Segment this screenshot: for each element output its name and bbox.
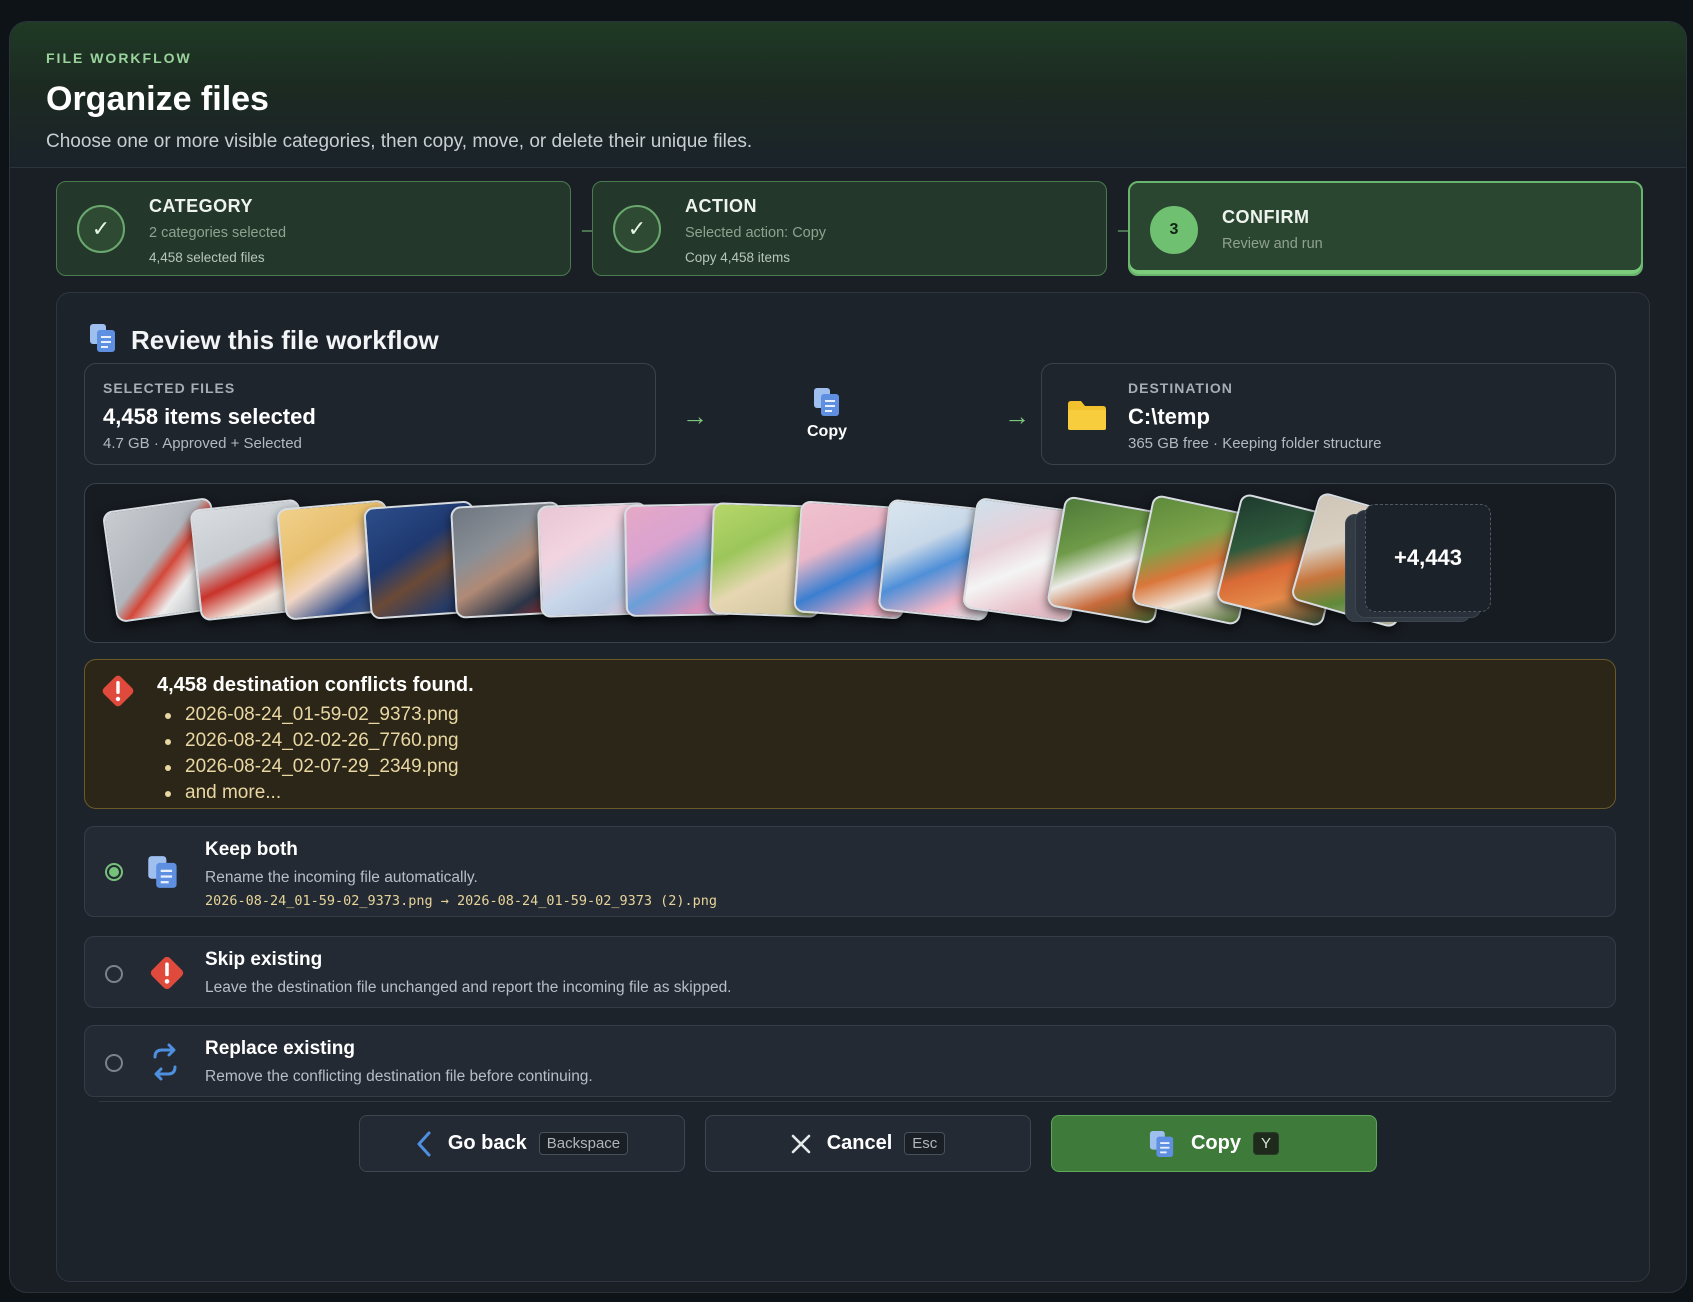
destination-path: C:\temp bbox=[1128, 404, 1210, 429]
review-panel: Review this file workflow SELECTED FILES… bbox=[56, 292, 1650, 1282]
conflicts-warning: 4,458 destination conflicts found. 2026-… bbox=[84, 659, 1616, 809]
option-title: Keep both bbox=[205, 839, 298, 860]
step-detail: 2 categories selected bbox=[149, 225, 287, 241]
step-done-check-icon: ✓ bbox=[613, 205, 661, 253]
folder-icon bbox=[1066, 398, 1108, 437]
destination-label: DESTINATION bbox=[1128, 380, 1233, 396]
replace-icon bbox=[147, 1043, 183, 1086]
destination-meta: 365 GB free · Keeping folder structure bbox=[1128, 435, 1382, 452]
copy-icon bbox=[1149, 1130, 1175, 1158]
selected-files-count: 4,458 items selected bbox=[103, 404, 316, 429]
replace-existing-radio[interactable] bbox=[105, 1054, 123, 1072]
go-back-label: Go back bbox=[447, 1132, 527, 1154]
step-number-badge: 3 bbox=[1150, 206, 1198, 254]
page-subtitle: Choose one or more visible categories, t… bbox=[46, 131, 753, 152]
review-heading-text: Review this file workflow bbox=[131, 325, 439, 355]
step-confirm[interactable]: 3 CONFIRM Review and run bbox=[1128, 181, 1643, 276]
conflict-item: 2026-08-24_02-02-26_7760.png bbox=[165, 730, 459, 756]
step-title: CATEGORY bbox=[149, 196, 254, 216]
conflict-item: 2026-08-24_01-59-02_9373.png bbox=[165, 704, 459, 730]
go-back-button[interactable]: Go back Backspace bbox=[359, 1115, 685, 1172]
footer-divider bbox=[99, 1101, 1611, 1102]
option-title: Skip existing bbox=[205, 949, 323, 970]
selected-files-meta: 4.7 GB · Approved + Selected bbox=[103, 435, 302, 452]
option-replace-existing[interactable]: Replace existing Remove the conflicting … bbox=[84, 1025, 1616, 1097]
option-description: Leave the destination file unchanged and… bbox=[205, 979, 732, 996]
warning-icon bbox=[147, 953, 187, 998]
conflict-more: and more... bbox=[165, 782, 459, 808]
eyebrow-label: FILE WORKFLOW bbox=[46, 50, 192, 66]
page-title: Organize files bbox=[46, 80, 269, 118]
review-heading: Review this file workflow bbox=[89, 323, 439, 358]
warning-icon bbox=[99, 672, 137, 715]
dialog-header: FILE WORKFLOW Organize files Choose one … bbox=[10, 22, 1686, 168]
copy-label: Copy bbox=[1190, 1132, 1241, 1154]
step-title: CONFIRM bbox=[1222, 207, 1310, 227]
copy-button[interactable]: Copy Y bbox=[1051, 1115, 1377, 1172]
action-copy: Copy bbox=[797, 387, 857, 441]
more-files-count: +4,443 bbox=[1365, 504, 1491, 612]
cancel-button[interactable]: Cancel Esc bbox=[705, 1115, 1031, 1172]
action-label: Copy bbox=[807, 423, 847, 440]
rename-example: 2026-08-24_01-59-02_9373.png → 2026-08-2… bbox=[205, 893, 718, 909]
arrow-right-icon: → bbox=[1004, 401, 1030, 431]
file-thumbnail-strip: +4,443 bbox=[84, 483, 1616, 643]
option-skip-existing[interactable]: Skip existing Leave the destination file… bbox=[84, 936, 1616, 1008]
step-detail: Selected action: Copy bbox=[685, 225, 827, 241]
copy-icon bbox=[797, 387, 857, 417]
skip-existing-radio[interactable] bbox=[105, 965, 123, 983]
keep-both-radio[interactable] bbox=[105, 863, 123, 881]
esc-shortcut: Esc bbox=[904, 1132, 946, 1155]
conflicts-heading: 4,458 destination conflicts found. bbox=[157, 674, 474, 696]
chevron-left-icon bbox=[416, 1131, 432, 1157]
step-title: ACTION bbox=[685, 196, 757, 216]
selected-files-card: SELECTED FILES 4,458 items selected 4.7 … bbox=[84, 363, 656, 465]
backspace-shortcut: Backspace bbox=[538, 1132, 629, 1155]
conflict-item: 2026-08-24_02-07-29_2349.png bbox=[165, 756, 459, 782]
option-title: Replace existing bbox=[205, 1038, 355, 1059]
step-detail: Review and run bbox=[1222, 236, 1323, 252]
step-action[interactable]: ✓ ACTION Selected action: Copy Copy 4,45… bbox=[592, 181, 1107, 276]
copy-icon bbox=[89, 323, 117, 358]
conflicts-list: 2026-08-24_01-59-02_9373.png 2026-08-24_… bbox=[165, 704, 459, 808]
step-done-check-icon: ✓ bbox=[77, 205, 125, 253]
copy-icon bbox=[147, 855, 179, 894]
step-category[interactable]: ✓ CATEGORY 2 categories selected 4,458 s… bbox=[56, 181, 571, 276]
option-keep-both[interactable]: Keep both Rename the incoming file autom… bbox=[84, 826, 1616, 917]
option-description: Rename the incoming file automatically. bbox=[205, 869, 478, 886]
destination-card[interactable]: DESTINATION C:\temp 365 GB free · Keepin… bbox=[1041, 363, 1616, 465]
selected-files-label: SELECTED FILES bbox=[103, 380, 236, 396]
arrow-right-icon: → bbox=[682, 401, 708, 431]
option-description: Remove the conflicting destination file … bbox=[205, 1068, 593, 1085]
close-icon bbox=[791, 1134, 811, 1154]
step-detail-count: 4,458 selected files bbox=[149, 250, 265, 265]
step-indicator: ✓ CATEGORY 2 categories selected 4,458 s… bbox=[56, 181, 1650, 276]
organize-files-dialog: FILE WORKFLOW Organize files Choose one … bbox=[9, 21, 1687, 1293]
y-shortcut: Y bbox=[1252, 1132, 1279, 1155]
step-detail-count: Copy 4,458 items bbox=[685, 250, 791, 265]
cancel-label: Cancel bbox=[826, 1132, 893, 1154]
